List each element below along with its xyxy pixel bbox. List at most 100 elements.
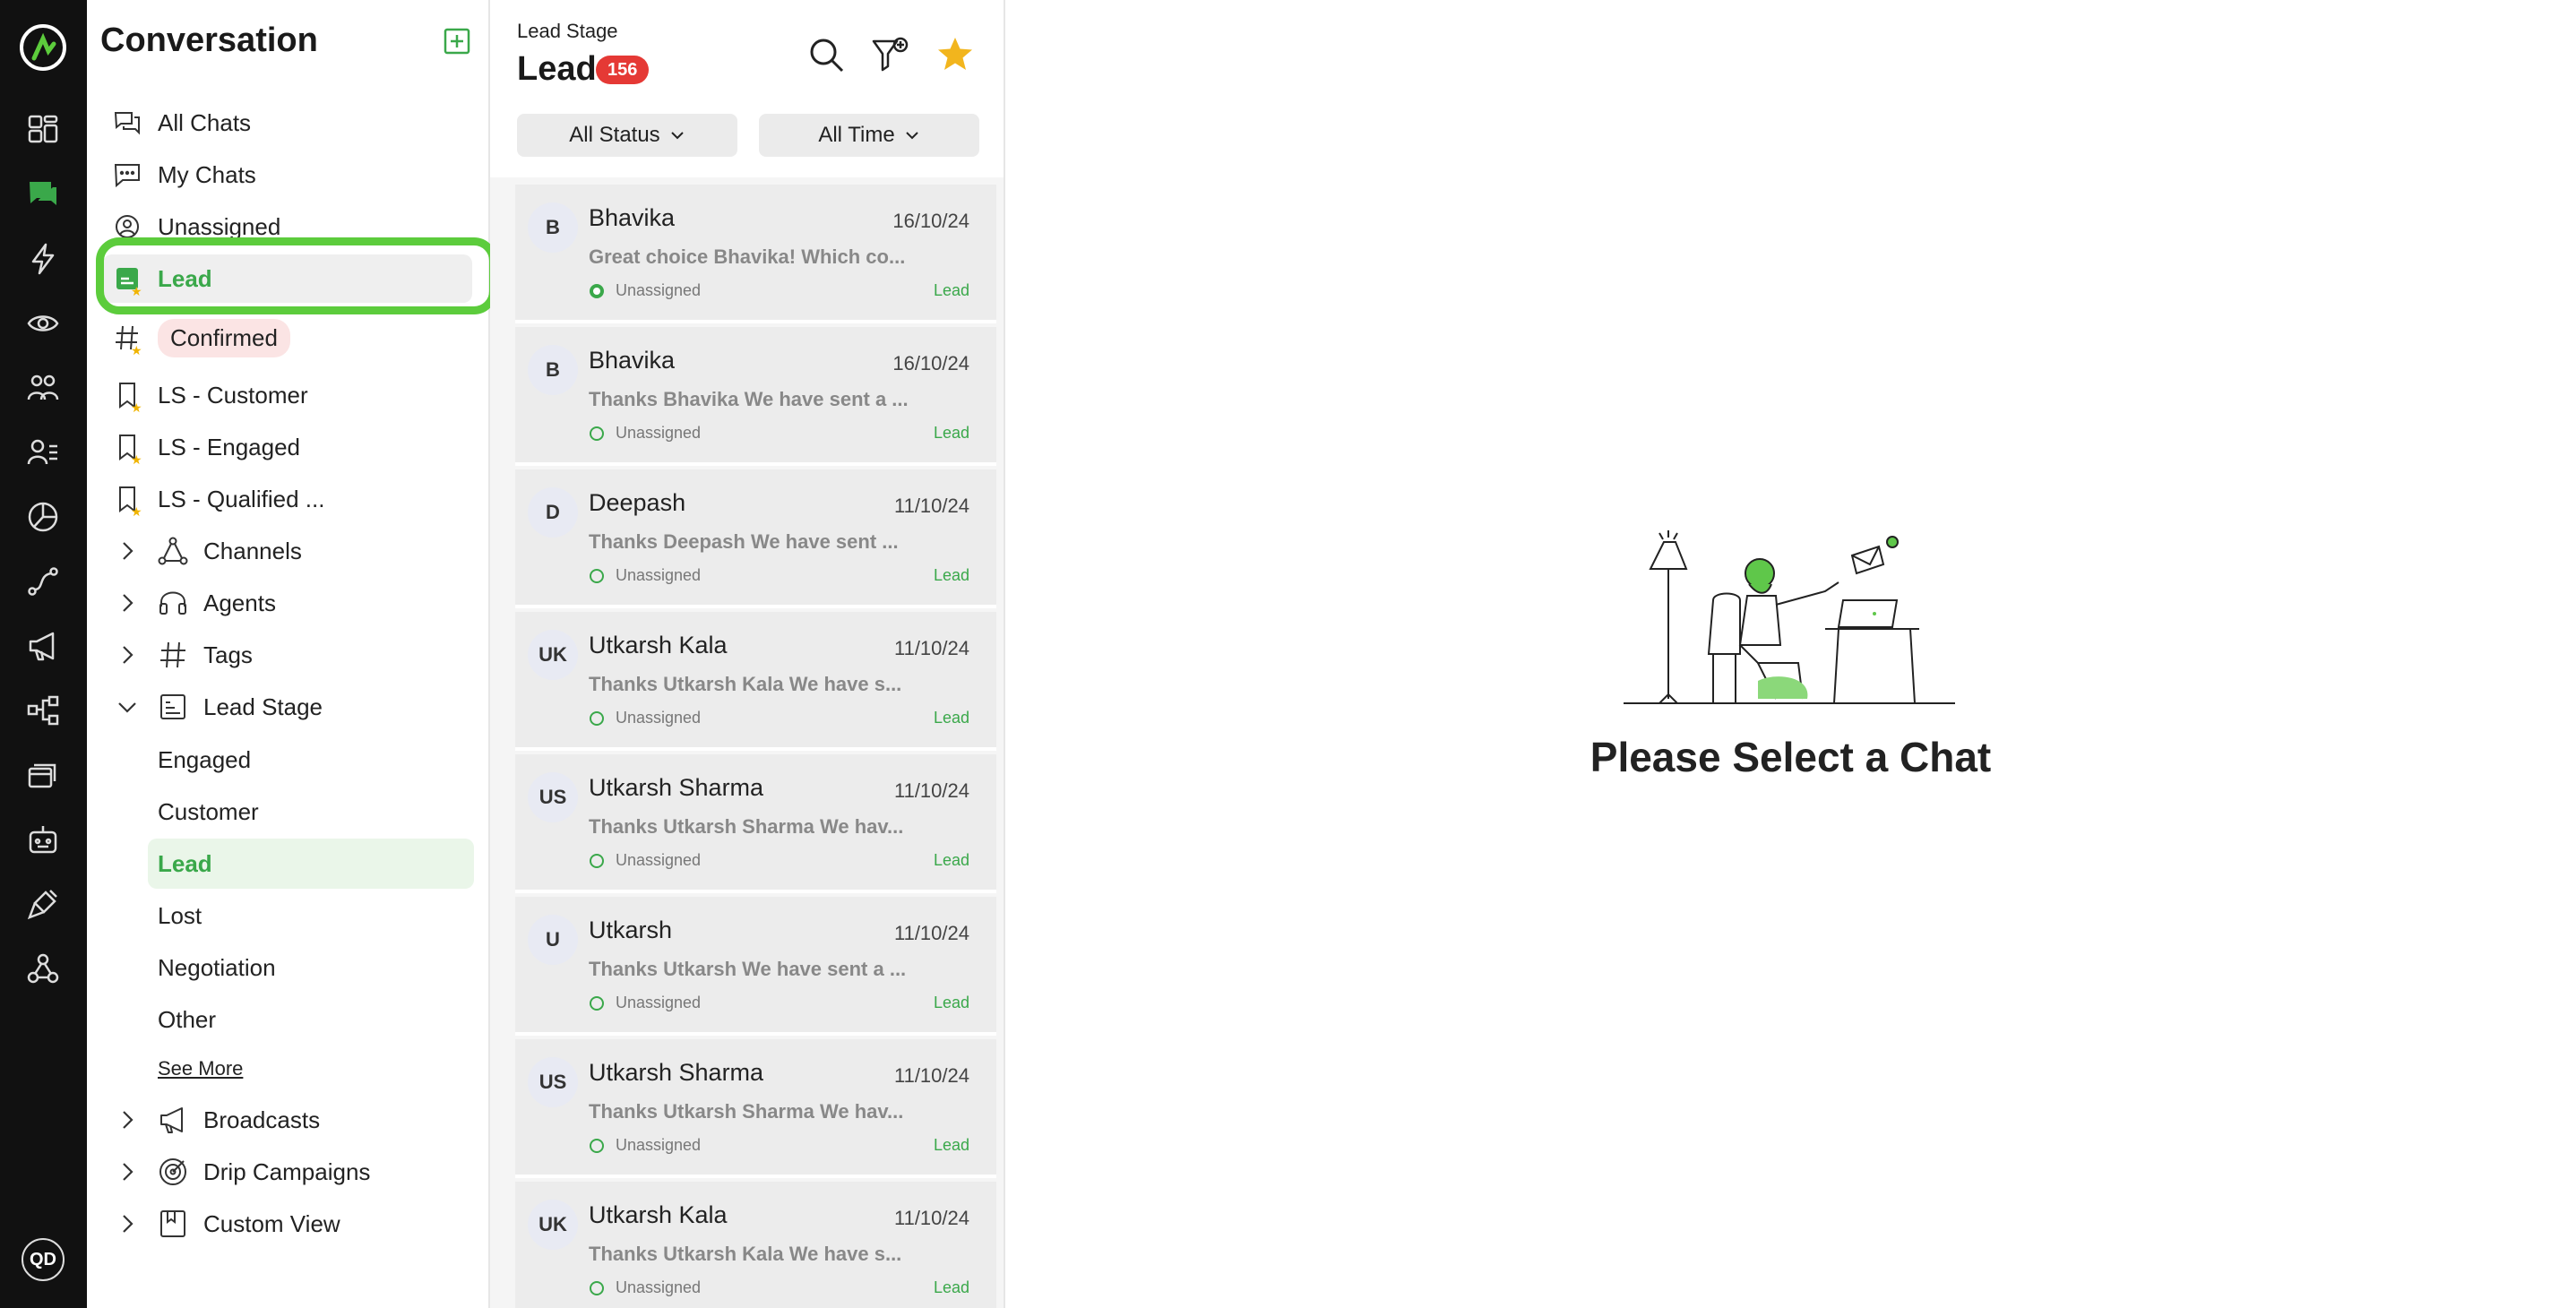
sidebar-item-label: Unassigned [158, 212, 281, 240]
lead-stage-lead[interactable]: Lead [148, 839, 474, 889]
chat-list-item[interactable]: UK Utkarsh Kala 11/10/24 Thanks Utkarsh … [515, 1182, 996, 1308]
search-icon[interactable] [806, 34, 847, 75]
group-custom-view[interactable]: Custom View [87, 1200, 490, 1248]
dashboard-icon[interactable] [24, 110, 62, 148]
plugin-icon[interactable] [24, 885, 62, 923]
time-filter-dropdown[interactable]: All Time [759, 114, 979, 157]
contact-avatar: D [528, 487, 578, 538]
chevron-right-icon[interactable] [116, 1160, 139, 1183]
contact-name: Utkarsh Kala [589, 632, 728, 658]
chat-list-item[interactable]: U Utkarsh 11/10/24 Thanks Utkarsh We hav… [515, 897, 996, 1036]
sidebar-item-ls-customer[interactable]: ★ LS - Customer [87, 371, 490, 419]
integrations-icon[interactable] [24, 692, 62, 729]
chevron-down-icon [670, 132, 684, 140]
sidebar-item-my-chats[interactable]: My Chats [87, 151, 490, 199]
contact-avatar: B [528, 202, 578, 253]
group-agents[interactable]: Agents [87, 579, 490, 627]
chevron-right-icon[interactable] [116, 643, 139, 667]
stage-icon [160, 694, 185, 719]
chat-list-item[interactable]: D Deepash 11/10/24 Thanks Deepash We hav… [515, 469, 996, 608]
contacts-icon[interactable] [24, 434, 62, 471]
contact-name: Utkarsh Kala [589, 1201, 728, 1228]
contact-name: Deepash [589, 489, 686, 516]
last-message: Thanks Utkarsh Kala We have s... [589, 673, 902, 695]
chat-date: 11/10/24 [893, 1207, 969, 1229]
group-label: Channels [203, 538, 302, 564]
group-label: Custom View [203, 1210, 340, 1237]
eye-icon[interactable] [24, 305, 62, 342]
lead-stage-tag: Lead [933, 281, 969, 299]
bot-icon[interactable] [24, 821, 62, 858]
star-icon[interactable] [935, 34, 976, 75]
headset-icon [159, 591, 186, 615]
contact-name: Utkarsh [589, 916, 673, 943]
lead-stage-lost[interactable]: Lost [158, 902, 202, 930]
sidebar-title: Conversation [100, 22, 318, 59]
lead-stage-tag: Lead [933, 851, 969, 869]
chat-bubble-icon [112, 159, 142, 190]
last-message: Thanks Utkarsh Sharma We hav... [589, 815, 904, 838]
lead-stage-tag: Lead [933, 1278, 969, 1296]
group-channels[interactable]: Channels [87, 527, 490, 575]
add-conversation-icon[interactable] [443, 27, 471, 56]
lead-stage-negotiation[interactable]: Negotiation [158, 954, 276, 982]
assignee-label: Unassigned [616, 281, 702, 299]
count-badge: 156 [596, 56, 650, 84]
lead-stage-other[interactable]: Other [158, 1006, 216, 1034]
group-broadcasts[interactable]: Broadcasts [87, 1096, 490, 1144]
lead-stage-tag: Lead [933, 424, 969, 442]
chat-list-item[interactable]: US Utkarsh Sharma 11/10/24 Thanks Utkars… [515, 754, 996, 893]
templates-icon[interactable] [24, 756, 62, 794]
chat-icon[interactable] [24, 175, 62, 212]
chat-list-item[interactable]: B Bhavika 16/10/24 Great choice Bhavika!… [515, 185, 996, 323]
sidebar-item-label: LS - Customer [158, 381, 308, 409]
bookmark-icon [160, 1210, 185, 1237]
chat-date: 11/10/24 [893, 779, 969, 802]
group-drip-campaigns[interactable]: Drip Campaigns [87, 1148, 490, 1196]
assignee-label: Unassigned [616, 709, 702, 727]
lead-stage-customer[interactable]: Customer [158, 798, 259, 826]
user-avatar[interactable]: QD [22, 1238, 65, 1281]
lead-stage-tag: Lead [933, 994, 969, 1011]
lead-stage-engaged[interactable]: Engaged [158, 746, 251, 774]
chat-list-item[interactable]: US Utkarsh Sharma 11/10/24 Thanks Utkars… [515, 1039, 996, 1178]
assignee: Unassigned [589, 566, 701, 585]
see-more-link[interactable]: See More [158, 1057, 243, 1080]
sidebar-item-ls-engaged[interactable]: ★ LS - Engaged [87, 423, 490, 471]
channels-icon [158, 537, 188, 565]
chevron-right-icon[interactable] [116, 1212, 139, 1235]
megaphone-icon[interactable] [24, 627, 62, 665]
sidebar-item-confirmed[interactable]: ★ Confirmed [87, 314, 490, 362]
sidebar: Conversation All Chats My Chats Unassign… [87, 0, 490, 1308]
status-filter-dropdown[interactable]: All Status [517, 114, 737, 157]
assignee: Unassigned [589, 1278, 701, 1297]
webhook-icon[interactable] [24, 950, 62, 987]
chat-date: 11/10/24 [893, 1064, 969, 1087]
bolt-icon[interactable] [24, 240, 62, 278]
add-filter-icon[interactable] [870, 34, 911, 75]
chevron-right-icon[interactable] [116, 591, 139, 615]
analytics-icon[interactable] [24, 498, 62, 536]
chevron-right-icon[interactable] [116, 1108, 139, 1132]
sidebar-item-ls-qualified[interactable]: ★ LS - Qualified ... [87, 475, 490, 523]
last-message: Thanks Utkarsh Kala We have s... [589, 1243, 902, 1265]
chat-list-item[interactable]: UK Utkarsh Kala 11/10/24 Thanks Utkarsh … [515, 612, 996, 751]
chat-date: 11/10/24 [893, 922, 969, 944]
favorite-star-icon: ★ [131, 400, 142, 415]
team-icon[interactable] [24, 369, 62, 407]
sidebar-item-all-chats[interactable]: All Chats [87, 99, 490, 147]
empty-state-text: Please Select a Chat [1590, 734, 1992, 780]
logo-icon[interactable] [18, 22, 68, 73]
whatsapp-icon [590, 710, 604, 726]
highlight-ring [96, 237, 497, 314]
chevron-right-icon[interactable] [116, 539, 139, 563]
contact-avatar: U [528, 915, 578, 965]
flow-icon[interactable] [24, 563, 62, 600]
group-tags[interactable]: Tags [87, 631, 490, 679]
chevron-down-icon[interactable] [116, 695, 139, 719]
chat-list-item[interactable]: B Bhavika 16/10/24 Thanks Bhavika We hav… [515, 327, 996, 466]
group-lead-stage[interactable]: Lead Stage [87, 683, 490, 731]
chat-date: 16/10/24 [892, 210, 969, 232]
lead-stage-tag: Lead [933, 1136, 969, 1154]
whatsapp-icon [590, 568, 604, 583]
